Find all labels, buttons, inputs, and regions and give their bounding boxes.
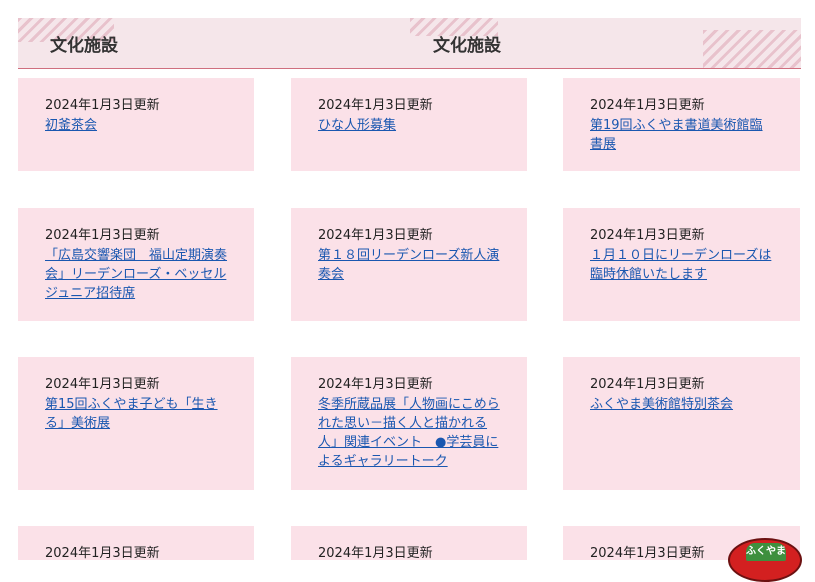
update-date: 2024年1月3日更新 <box>45 377 160 392</box>
news-link[interactable]: 第15回ふくやま子ども「生きる」美術展 <box>45 395 227 433</box>
news-card: 2024年1月3日更新 第15回ふくやま子ども「生きる」美術展 <box>18 357 254 490</box>
update-date: 2024年1月3日更新 <box>318 546 433 561</box>
mascot-label: ふくやま <box>746 543 786 561</box>
news-card: 2024年1月3日更新 冬季所蔵品展「人物画にこめられた思い－描く人と描かれる人… <box>291 357 527 490</box>
update-date: 2024年1月3日更新 <box>45 546 160 561</box>
news-link[interactable]: 「広島交響楽団 福山定期演奏会」リーデンローズ・ベッセルジュニア招待席 <box>45 246 227 303</box>
news-card: 2024年1月3日更新 第１８回リーデンローズ新人演奏会 <box>291 208 527 321</box>
news-card: 2024年1月3日更新 ふくやま美術館特別茶会 <box>563 357 800 490</box>
news-card: 2024年1月3日更新 「広島交響楽団 福山定期演奏会」リーデンローズ・ベッセル… <box>18 208 254 321</box>
news-card: 2024年1月3日更新 ひな人形募集 <box>291 78 527 171</box>
update-date: 2024年1月3日更新 <box>318 377 433 392</box>
news-card: 2024年1月3日更新 初釜茶会 <box>18 78 254 171</box>
update-date: 2024年1月3日更新 <box>45 98 160 113</box>
news-link[interactable]: 第19回ふくやま書道美術館臨書展 <box>590 116 772 154</box>
update-date: 2024年1月3日更新 <box>45 228 160 243</box>
header-stripe-decoration <box>703 30 801 68</box>
section-title: 文化施設 <box>50 36 118 56</box>
news-link[interactable]: 第１８回リーデンローズ新人演奏会 <box>318 246 500 284</box>
news-link[interactable]: 冬季所蔵品展「人物画にこめられた思い－描く人と描かれる人」関連イベント ●学芸員… <box>318 395 500 471</box>
update-date: 2024年1月3日更新 <box>590 98 705 113</box>
update-date: 2024年1月3日更新 <box>590 377 705 392</box>
news-card: 2024年1月3日更新 １月１０日にリーデンローズは臨時休館いたします <box>563 208 800 321</box>
news-link[interactable]: 初釜茶会 <box>45 116 227 135</box>
news-link[interactable]: ひな人形募集 <box>318 116 500 135</box>
update-date: 2024年1月3日更新 <box>318 98 433 113</box>
news-link[interactable]: ふくやま美術館特別茶会 <box>590 395 772 414</box>
section-header: 文化施設 文化施設 <box>18 18 801 69</box>
news-card: 2024年1月3日更新 第19回ふくやま書道美術館臨書展 <box>563 78 800 171</box>
news-card: 2024年1月3日更新 <box>18 526 254 561</box>
update-date: 2024年1月3日更新 <box>318 228 433 243</box>
news-link[interactable]: １月１０日にリーデンローズは臨時休館いたします <box>590 246 772 284</box>
news-card: 2024年1月3日更新 <box>291 526 527 561</box>
section-title-center: 文化施設 <box>433 36 501 56</box>
update-date: 2024年1月3日更新 <box>590 228 705 243</box>
